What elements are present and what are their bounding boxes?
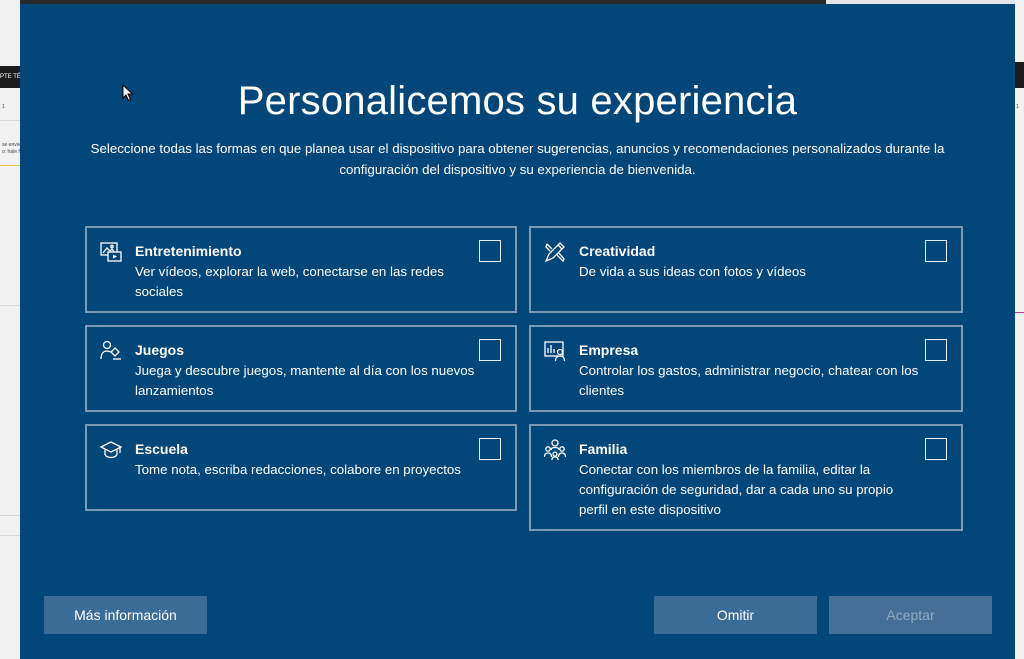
personalization-dialog: Personalicemos su experiencia Seleccione… [20,4,1015,659]
option-description: Juega y descubre juegos, mantente al día… [135,363,475,398]
accept-button[interactable]: Aceptar [829,596,992,634]
option-title: Juegos [135,342,185,358]
family-checkbox[interactable] [925,438,947,460]
family-icon [543,438,567,462]
background-window-right: 1 [1015,0,1024,659]
option-card-creativity[interactable]: Creatividad De vida a sus ideas con foto… [529,226,963,313]
option-description: Tome nota, escriba redacciones, colabore… [135,462,461,477]
background-text: 1 [2,104,5,110]
option-card-entertainment[interactable]: Entretenimiento Ver vídeos, explorar la … [85,226,517,313]
option-description: Controlar los gastos, administrar negoci… [579,363,919,398]
option-title: Creatividad [579,243,656,259]
background-text: o: hale fi... [2,149,20,155]
background-header-strip-right [1015,62,1024,88]
mouse-cursor-icon [122,84,134,102]
background-divider [0,120,20,121]
page-subtitle: Seleccione todas las formas en que plane… [90,141,945,177]
background-divider [0,535,20,536]
background-divider [0,165,20,166]
page-title: Personalicemos su experiencia [237,79,798,123]
school-icon [99,438,123,462]
option-description: Conectar con los miembros de la familia,… [579,462,894,517]
option-card-family[interactable]: Familia Conectar con los miembros de la … [529,424,963,531]
option-description: Ver vídeos, explorar la web, conectarse … [135,264,444,299]
option-title: Empresa [579,342,639,358]
background-header-strip: PTE TÉC [0,66,20,88]
background-window-left: PTE TÉC 1 se envíe tu o: hale fi... [0,0,20,659]
skip-button[interactable]: Omitir [654,596,817,634]
creativity-checkbox[interactable] [925,240,947,262]
option-card-business[interactable]: Empresa Controlar los gastos, administra… [529,325,963,412]
option-title: Entretenimiento [135,243,242,259]
background-divider [0,305,20,306]
background-text: 1 [1016,104,1019,110]
option-card-school[interactable]: Escuela Tome nota, escriba redacciones, … [85,424,517,511]
creativity-icon [543,240,567,264]
gaming-icon [99,339,123,363]
background-divider [1015,312,1024,313]
option-description: De vida a sus ideas con fotos y vídeos [579,264,806,279]
more-info-button[interactable]: Más información [44,596,207,634]
option-title: Familia [579,441,628,457]
entertainment-checkbox[interactable] [479,240,501,262]
background-text: se envíe tu [2,142,20,148]
entertainment-icon [99,240,123,264]
business-checkbox[interactable] [925,339,947,361]
gaming-checkbox[interactable] [479,339,501,361]
school-checkbox[interactable] [479,438,501,460]
background-divider [0,515,20,516]
option-title: Escuela [135,441,188,457]
business-icon [543,339,567,363]
option-card-gaming[interactable]: Juegos Juega y descubre juegos, mantente… [85,325,517,412]
